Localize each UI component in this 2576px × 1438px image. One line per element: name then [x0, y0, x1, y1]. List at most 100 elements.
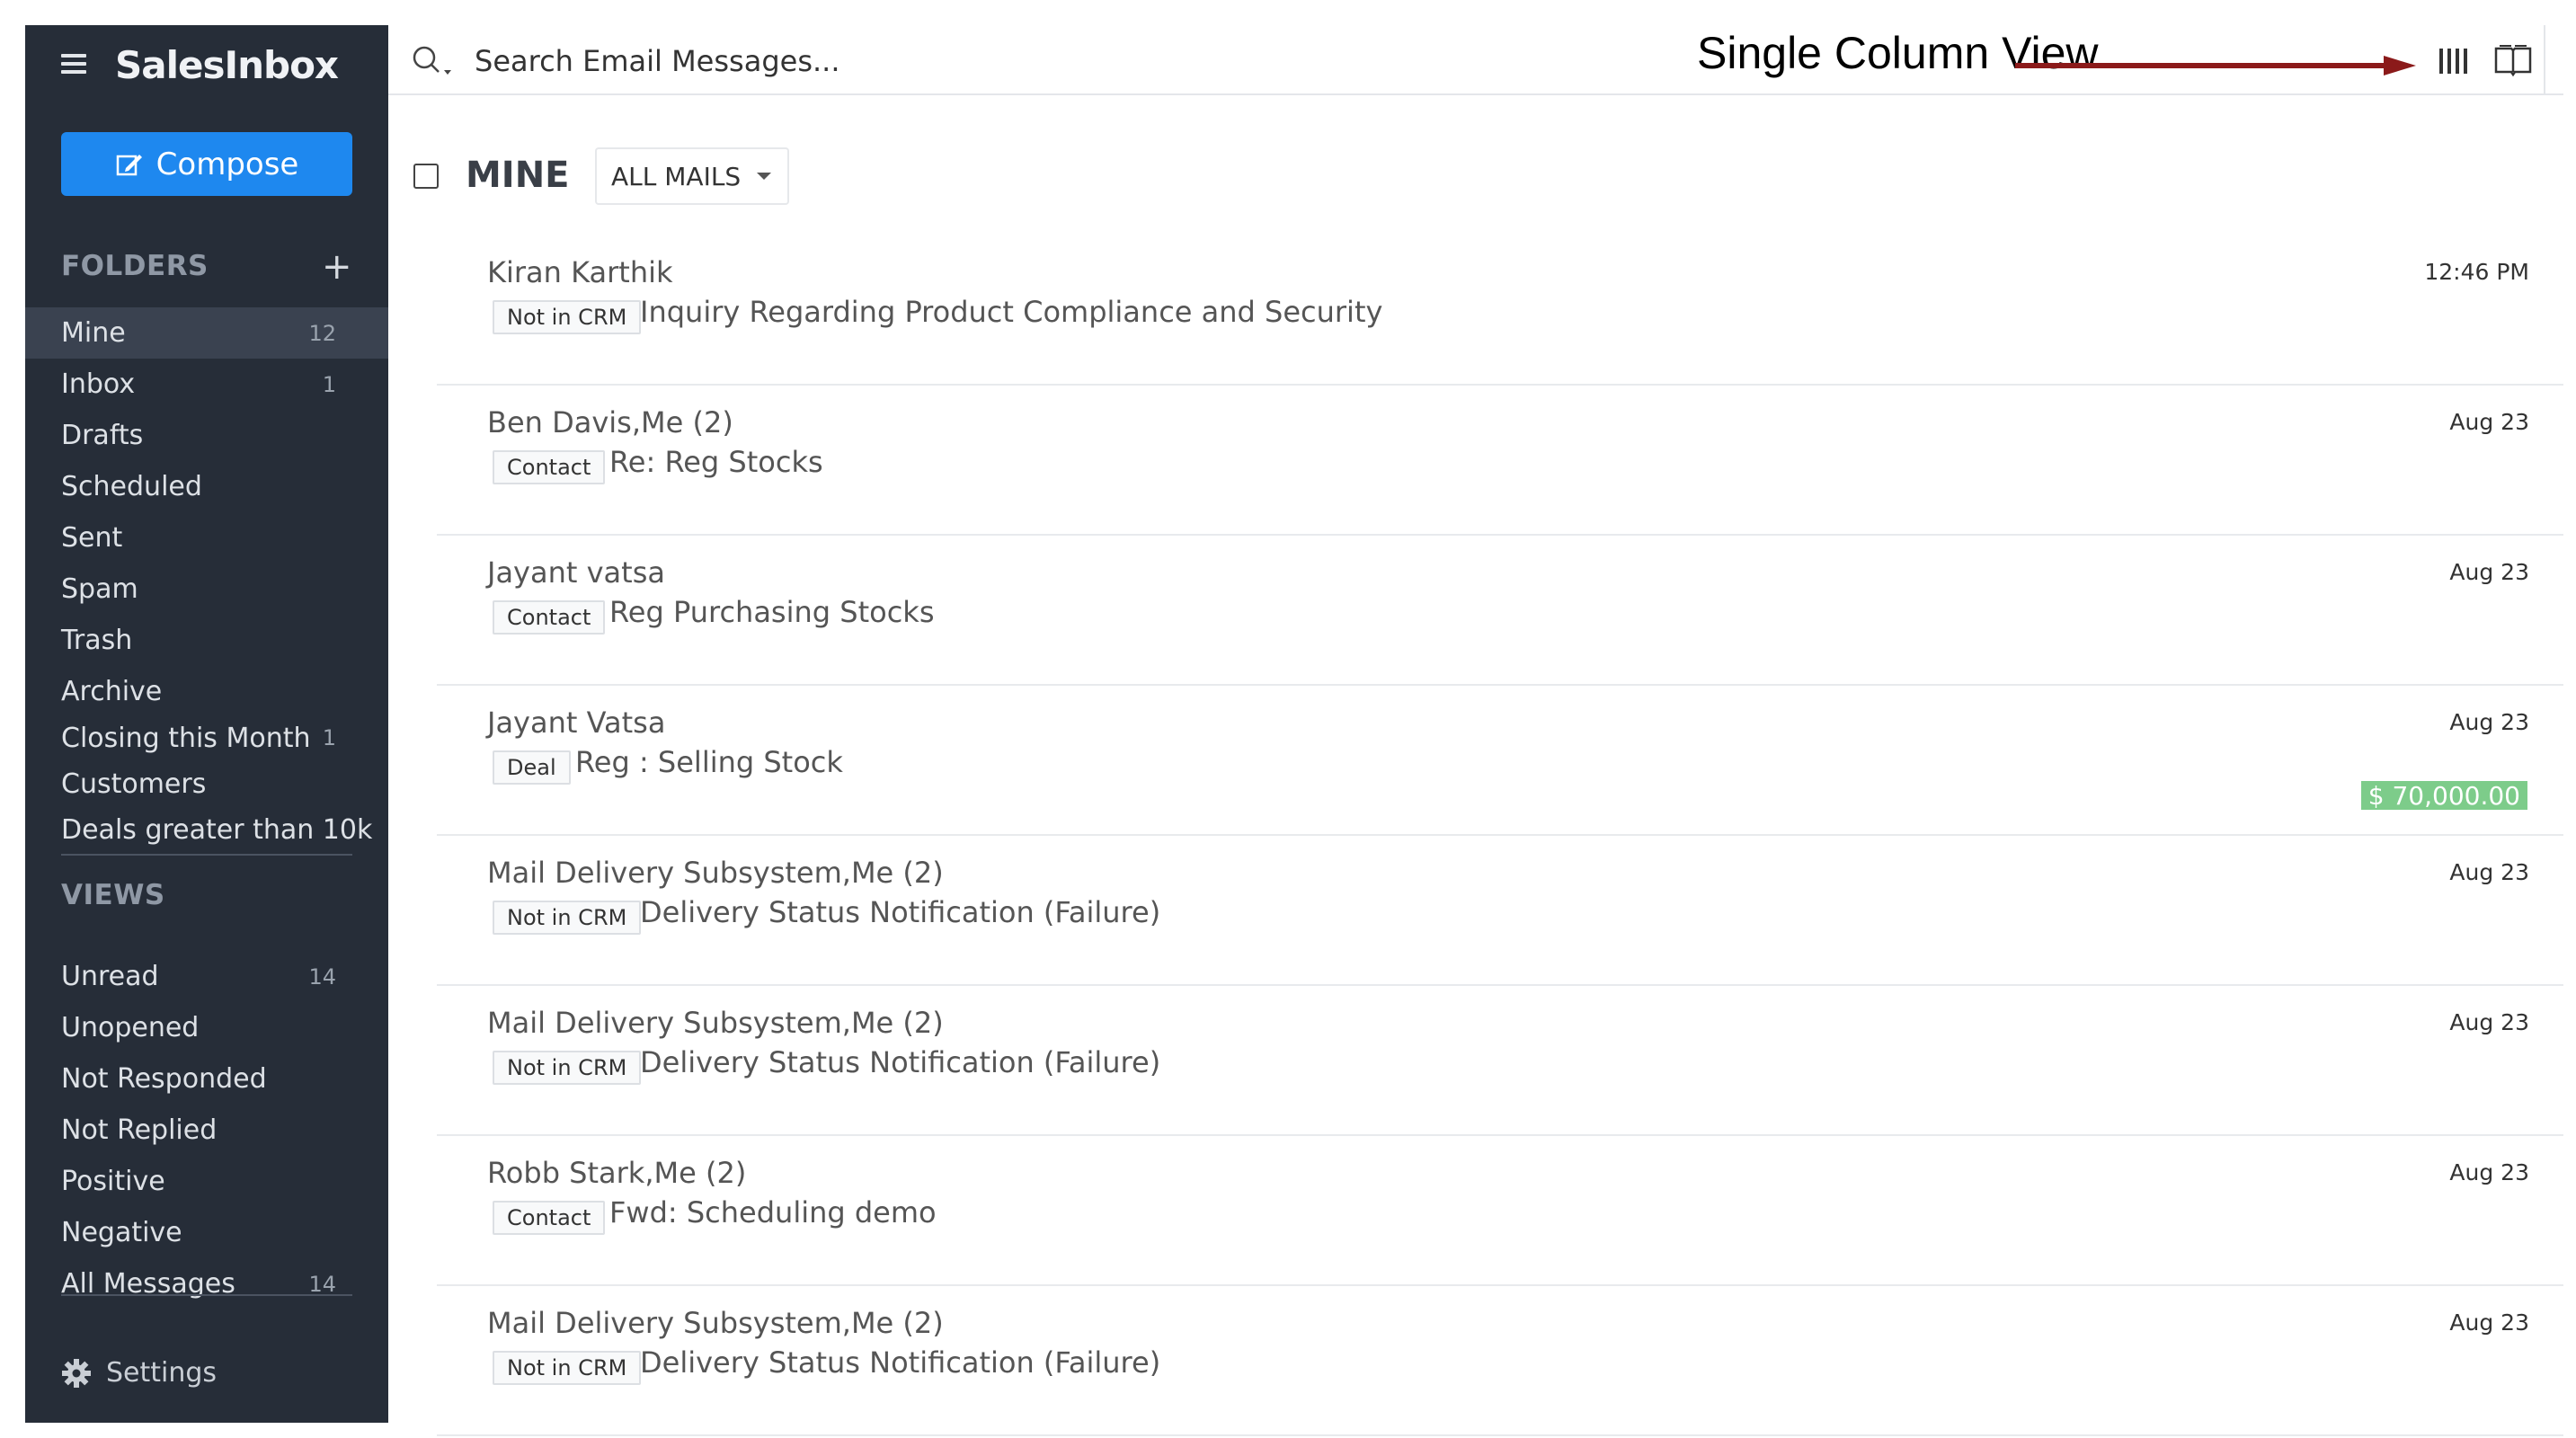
page-title: MINE — [466, 155, 570, 196]
mail-subject: Inquiry Regarding Product Compliance and… — [640, 295, 1383, 329]
sidebar-item-customers[interactable]: Customers — [25, 761, 388, 806]
mail-filter-dropdown[interactable]: ALL MAILS — [595, 147, 789, 205]
settings-label: Settings — [106, 1357, 218, 1389]
app-logo: SalesInbox — [115, 43, 339, 87]
mail-timestamp: Aug 23 — [2449, 559, 2529, 585]
sidebar-item-trash[interactable]: Trash — [25, 615, 388, 666]
sidebar-item-inbox[interactable]: Inbox 1 — [25, 359, 388, 410]
mail-row[interactable]: Mail Delivery Subsystem,Me (2) Not in CRM… — [437, 1286, 2563, 1436]
mail-row[interactable]: Mail Delivery Subsystem,Me (2) Not in CRM… — [437, 836, 2563, 986]
mail-sender: Jayant vatsa — [487, 555, 665, 590]
mail-sender: Ben Davis,Me (2) — [487, 405, 733, 439]
sidebar-item-archive[interactable]: Archive — [25, 666, 388, 717]
nav-item-count: 1 — [322, 725, 336, 750]
crm-status-badge[interactable]: Contact — [493, 600, 606, 635]
nav-item-label: Unread — [61, 961, 159, 992]
mail-row[interactable]: Jayant vatsa Contact Reg Purchasing Stocks… — [437, 536, 2563, 686]
sidebar-item-negative[interactable]: Negative — [25, 1207, 388, 1258]
crm-status-badge[interactable]: Not in CRM — [493, 1351, 642, 1385]
mail-row[interactable]: Mail Delivery Subsystem,Me (2) Not in CRM… — [437, 986, 2563, 1136]
mail-list: Kiran Karthik Not in CRM Inquiry Regarding… — [437, 235, 2563, 1436]
top-bar: Single Column View — [388, 25, 2563, 95]
nav-item-label: Scheduled — [61, 471, 202, 502]
mail-sender: Mail Delivery Subsystem,Me (2) — [487, 856, 944, 890]
nav-item-count: 1 — [322, 371, 336, 397]
nav-item-label: Trash — [61, 625, 133, 656]
crm-status-badge[interactable]: Not in CRM — [493, 300, 642, 334]
mail-subject: Delivery Status Notification (Failure) — [640, 1045, 1161, 1079]
mail-subject: Fwd: Scheduling demo — [609, 1195, 937, 1229]
nav-item-label: Sent — [61, 522, 123, 554]
sidebar-item-drafts[interactable]: Drafts — [25, 410, 388, 461]
sidebar-item-not-replied[interactable]: Not Replied — [25, 1105, 388, 1156]
mail-row[interactable]: Kiran Karthik Not in CRM Inquiry Regarding… — [437, 235, 2563, 386]
topbar-separator — [2544, 25, 2545, 95]
nav-item-count: 14 — [308, 1271, 336, 1297]
mail-timestamp: Aug 23 — [2449, 409, 2529, 435]
nav-item-label: Positive — [61, 1166, 165, 1197]
deal-amount-badge: $ 70,000.00 — [2360, 781, 2527, 811]
mail-sender: Kiran Karthik — [487, 255, 673, 289]
search-input[interactable] — [475, 38, 1284, 84]
folders-heading-label: FOLDERS — [61, 250, 209, 282]
crm-status-badge[interactable]: Contact — [493, 450, 606, 484]
crm-status-badge[interactable]: Contact — [493, 1201, 606, 1235]
sidebar-item-unread[interactable]: Unread 14 — [25, 951, 388, 1002]
nav-item-label: Mine — [61, 317, 126, 349]
crm-status-badge[interactable]: Not in CRM — [493, 901, 642, 935]
sidebar-item-all-messages[interactable]: All Messages 14 — [25, 1258, 388, 1309]
folders-heading: FOLDERS + — [61, 246, 352, 288]
mail-row[interactable]: Robb Stark,Me (2) Contact Fwd: Scheduling … — [437, 1136, 2563, 1286]
sidebar-item-positive[interactable]: Positive — [25, 1156, 388, 1207]
nav-item-label: Spam — [61, 573, 138, 605]
views-heading: VIEWS — [61, 879, 352, 915]
sidebar-item-deals-greater-than-10k[interactable]: Deals greater than 10k — [25, 807, 388, 852]
mail-timestamp: Aug 23 — [2449, 1159, 2529, 1185]
mail-sender: Robb Stark,Me (2) — [487, 1156, 747, 1190]
views-heading-label: VIEWS — [61, 879, 165, 911]
sidebar: SalesInbox Compose FOLDERS + Mine 12 Inbox… — [25, 25, 388, 1423]
mail-subject: Reg : Selling Stock — [575, 745, 843, 779]
settings-button[interactable]: Settings — [61, 1357, 217, 1389]
sidebar-item-scheduled[interactable]: Scheduled — [25, 461, 388, 512]
compose-button[interactable]: Compose — [61, 132, 352, 196]
filter-label: ALL MAILS — [611, 161, 742, 191]
sidebar-item-sent[interactable]: Sent — [25, 512, 388, 564]
mail-timestamp: Aug 23 — [2449, 1309, 2529, 1336]
brand-row: SalesInbox — [25, 25, 388, 106]
list-header: MINE ALL MAILS — [388, 144, 2563, 207]
mail-sender: Mail Delivery Subsystem,Me (2) — [487, 1006, 944, 1040]
compose-label: Compose — [155, 146, 299, 182]
nav-item-label: Closing this Month — [61, 722, 311, 754]
sidebar-item-not-responded[interactable]: Not Responded — [25, 1053, 388, 1105]
mail-row[interactable]: Jayant Vatsa Deal Reg : Selling Stock Aug 2… — [437, 686, 2563, 836]
mail-subject: Delivery Status Notification (Failure) — [640, 1345, 1161, 1380]
search-icon[interactable] — [412, 45, 462, 81]
nav-item-label: Not Responded — [61, 1063, 267, 1095]
single-column-view-icon[interactable] — [2438, 45, 2474, 77]
add-folder-icon[interactable]: + — [322, 246, 352, 288]
mail-sender: Mail Delivery Subsystem,Me (2) — [487, 1306, 944, 1340]
mail-sender: Jayant Vatsa — [487, 706, 666, 740]
annotation-arrow — [2015, 56, 2416, 75]
sidebar-divider — [61, 854, 352, 856]
mail-row[interactable]: Ben Davis,Me (2) Contact Re: Reg Stocks Aug… — [437, 386, 2563, 536]
crm-status-badge[interactable]: Not in CRM — [493, 1051, 642, 1085]
nav-item-label: Archive — [61, 676, 163, 707]
nav-item-label: Not Replied — [61, 1114, 218, 1146]
edit-icon — [116, 154, 142, 175]
sidebar-item-closing-this-month[interactable]: Closing this Month 1 — [25, 715, 388, 760]
nav-item-label: Unopened — [61, 1012, 200, 1043]
hamburger-menu-icon[interactable] — [61, 54, 86, 74]
sidebar-item-mine[interactable]: Mine 12 — [25, 307, 388, 359]
mail-subject: Reg Purchasing Stocks — [609, 595, 935, 629]
sidebar-divider — [61, 1294, 352, 1296]
crm-status-badge[interactable]: Deal — [493, 750, 571, 785]
mail-timestamp: 12:46 PM — [2424, 259, 2529, 285]
reading-pane-icon[interactable] — [2493, 41, 2533, 77]
sidebar-item-unopened[interactable]: Unopened — [25, 1002, 388, 1053]
sidebar-item-spam[interactable]: Spam — [25, 564, 388, 615]
nav-item-count: 12 — [308, 320, 336, 346]
mail-timestamp: Aug 23 — [2449, 859, 2529, 885]
select-all-checkbox[interactable] — [413, 164, 439, 189]
